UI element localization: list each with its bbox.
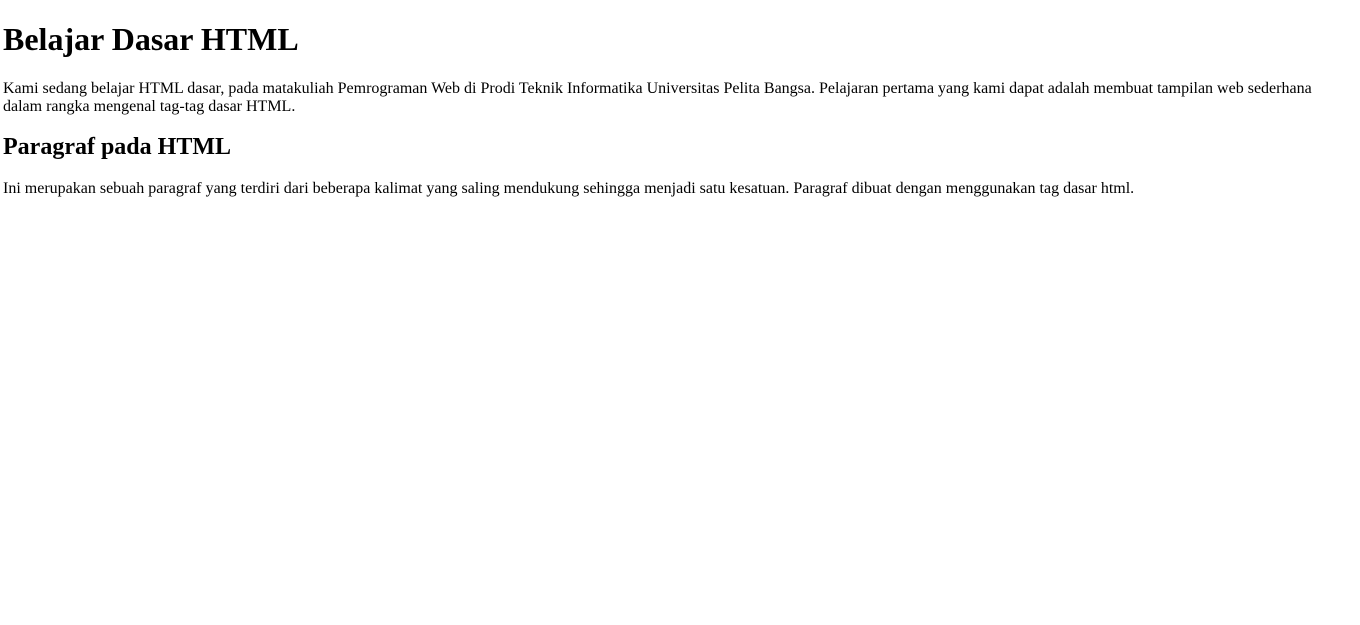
section-heading: Paragraf pada HTML: [3, 134, 231, 160]
page-title: Belajar Dasar HTML: [3, 21, 299, 57]
section-paragraph: Ini merupakan sebuah paragraf yang terdi…: [3, 180, 1135, 197]
web-page: Belajar Dasar HTML Kami sedang belajar H…: [0, 21, 1360, 625]
intro-paragraph: Kami sedang belajar HTML dasar, pada mat…: [3, 80, 1312, 115]
